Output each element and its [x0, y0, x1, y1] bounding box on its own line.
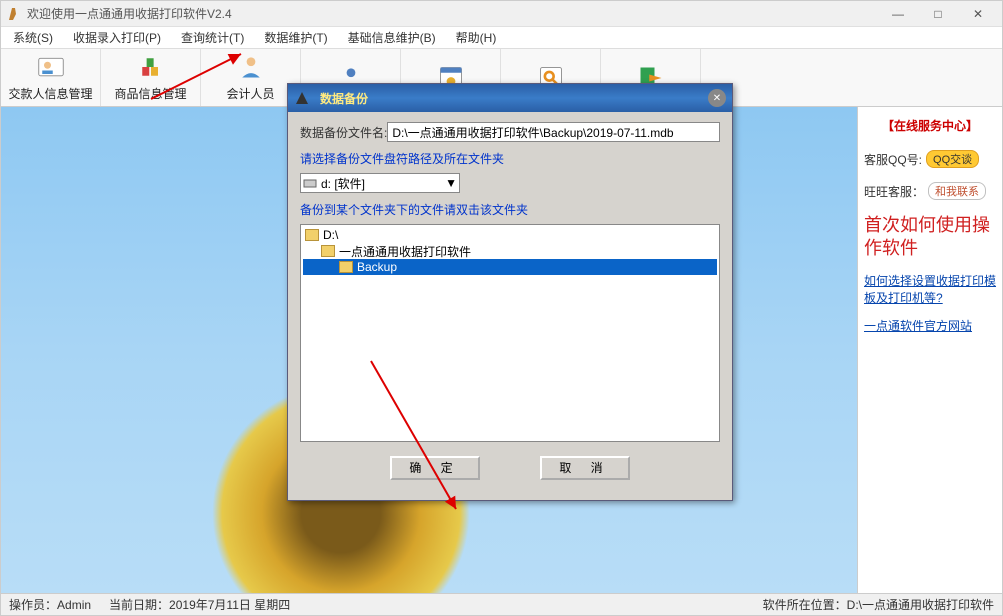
backup-file-input[interactable]	[387, 122, 720, 142]
person-group-icon	[237, 53, 265, 81]
qq-badge[interactable]: QQ交谈	[926, 150, 979, 168]
tool-label: 交款人信息管理	[8, 85, 92, 102]
minimize-button[interactable]: —	[878, 1, 918, 27]
tree-node-app[interactable]: 一点通通用收据打印软件	[303, 243, 717, 259]
qq-label: 客服QQ号:	[864, 151, 922, 168]
app-icon	[5, 6, 21, 22]
window-title: 欢迎使用一点通通用收据打印软件V2.4	[27, 5, 878, 22]
menu-basic-info[interactable]: 基础信息维护(B)	[338, 27, 446, 48]
tool-accountant[interactable]: 会计人员	[201, 49, 301, 106]
service-title: 【在线服务中心】	[864, 117, 996, 134]
tree-label: Backup	[357, 260, 397, 274]
drive-icon	[303, 177, 317, 189]
boxes-icon	[137, 53, 165, 81]
cancel-button[interactable]: 取 消	[540, 456, 630, 480]
menu-bar: 系统(S) 收据录入打印(P) 查询统计(T) 数据维护(T) 基础信息维护(B…	[1, 27, 1002, 49]
tool-product-info[interactable]: 商品信息管理	[101, 49, 201, 106]
double-click-hint: 备份到某个文件夹下的文件请双击该文件夹	[300, 201, 720, 218]
drive-select[interactable]: d: [软件] ▼	[300, 173, 460, 193]
tree-label: D:\	[323, 228, 338, 242]
folder-icon	[305, 229, 319, 241]
wangwang-service-row: 旺旺客服： 和我联系	[864, 182, 996, 200]
status-date: 当前日期：2019年7月11日 星期四	[109, 596, 290, 613]
first-use-link[interactable]: 首次如何使用操作软件	[864, 214, 996, 261]
folder-icon	[339, 261, 353, 273]
dialog-body: 数据备份文件名: 请选择备份文件盘符路径及所在文件夹 d: [软件] ▼ 备份到…	[288, 112, 732, 500]
ww-label: 旺旺客服：	[864, 183, 924, 200]
tool-payer-info[interactable]: 交款人信息管理	[1, 49, 101, 106]
dialog-titlebar[interactable]: 数据备份 ✕	[288, 84, 732, 112]
menu-help[interactable]: 帮助(H)	[446, 27, 507, 48]
person-card-icon	[37, 53, 65, 81]
status-operator: 操作员：Admin	[9, 596, 91, 613]
close-button[interactable]: ✕	[958, 1, 998, 27]
ww-badge[interactable]: 和我联系	[928, 182, 986, 200]
service-panel: 【在线服务中心】 客服QQ号: QQ交谈 旺旺客服： 和我联系 首次如何使用操作…	[857, 107, 1002, 593]
tree-label: 一点通通用收据打印软件	[339, 243, 471, 260]
menu-system[interactable]: 系统(S)	[3, 27, 63, 48]
status-bar: 操作员：Admin 当前日期：2019年7月11日 星期四 软件所在位置：D:\…	[1, 593, 1002, 615]
dialog-title: 数据备份	[320, 90, 708, 107]
menu-query[interactable]: 查询统计(T)	[171, 27, 254, 48]
menu-receipt-input[interactable]: 收据录入打印(P)	[63, 27, 171, 48]
ok-button[interactable]: 确 定	[390, 456, 480, 480]
maximize-button[interactable]: □	[918, 1, 958, 27]
backup-file-label: 数据备份文件名:	[300, 124, 387, 141]
folder-icon	[321, 245, 335, 257]
qq-service-row: 客服QQ号: QQ交谈	[864, 150, 996, 168]
tool-label: 商品信息管理	[114, 85, 186, 102]
menu-data-maintain[interactable]: 数据维护(T)	[254, 27, 337, 48]
tree-node-backup[interactable]: Backup	[303, 259, 717, 275]
folder-tree[interactable]: D:\ 一点通通用收据打印软件 Backup	[300, 224, 720, 442]
tree-node-root[interactable]: D:\	[303, 227, 717, 243]
window-titlebar: 欢迎使用一点通通用收据打印软件V2.4 — □ ✕	[1, 1, 1002, 27]
dialog-close-button[interactable]: ✕	[708, 89, 726, 107]
dialog-icon	[294, 90, 310, 106]
template-setup-link[interactable]: 如何选择设置收据打印模板及打印机等?	[864, 273, 996, 307]
select-path-hint: 请选择备份文件盘符路径及所在文件夹	[300, 150, 720, 167]
tool-label: 会计人员	[226, 85, 274, 102]
backup-dialog: 数据备份 ✕ 数据备份文件名: 请选择备份文件盘符路径及所在文件夹 d: [软件…	[287, 83, 733, 501]
drive-select-value: d: [软件]	[321, 175, 365, 192]
status-location: 软件所在位置：D:\一点通通用收据打印软件	[763, 596, 994, 613]
official-site-link[interactable]: 一点通软件官方网站	[864, 318, 996, 335]
